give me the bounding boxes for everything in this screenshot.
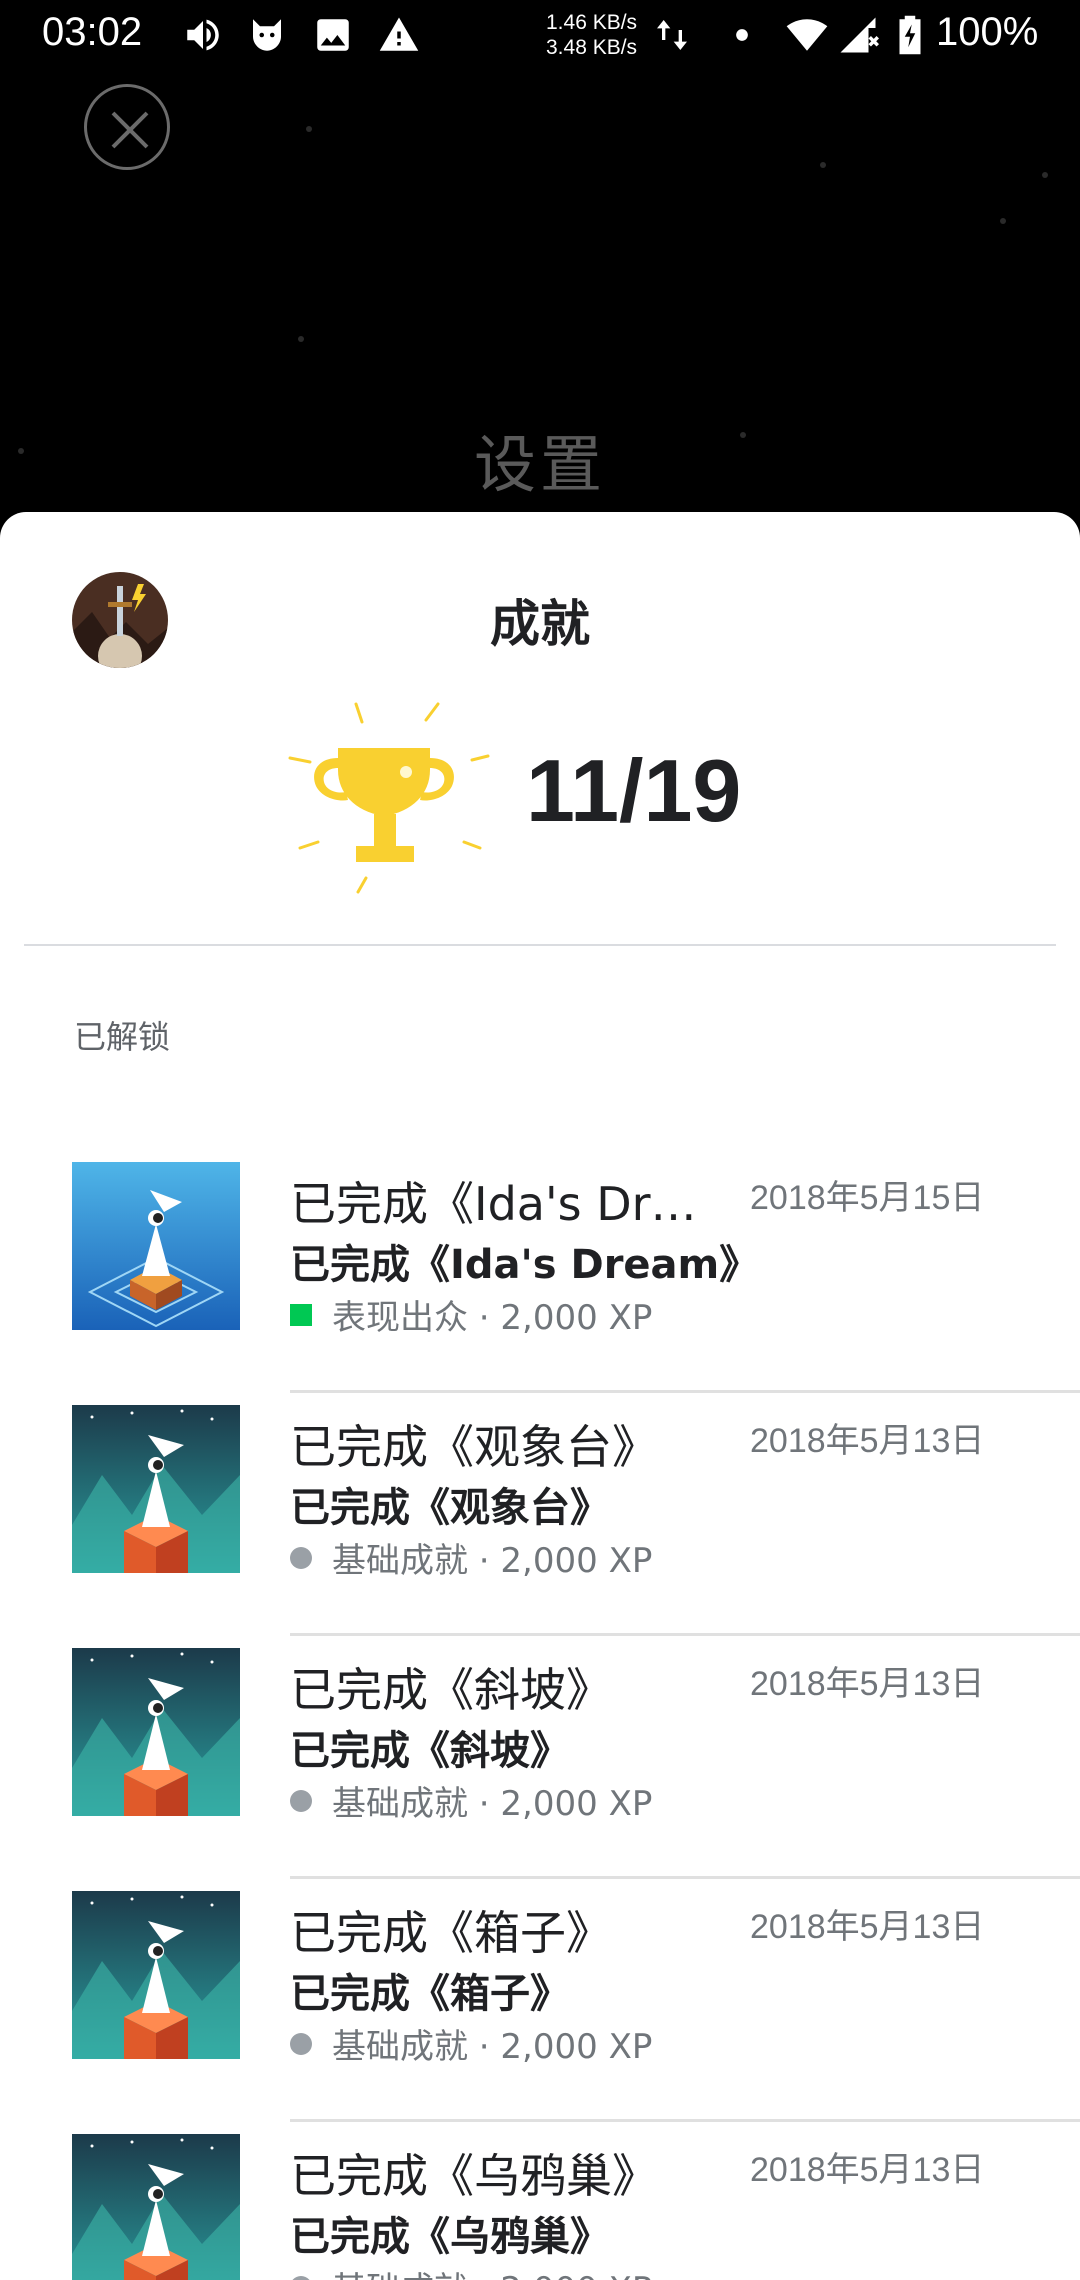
achievement-date: 2018年5月13日 [750, 1665, 985, 1703]
trophy-icon [288, 702, 490, 894]
network-speed: 1.46 KB/s 3.48 KB/s [546, 11, 638, 59]
status-time: 03:02 [42, 10, 143, 54]
achievement-meta: 表现出众 · 2,000 XP [290, 1290, 652, 1339]
rarity-dot-icon [290, 1789, 312, 1812]
warning-icon [379, 17, 419, 51]
background-star [820, 162, 826, 168]
achievement-progress: 11/19 [526, 741, 742, 840]
background-star [1000, 218, 1006, 224]
status-bar: 03:02 1.46 KB/s 3.48 KB/s 100% [0, 0, 1080, 72]
achievement-item[interactable]: 已完成《乌鸦巢》 已完成《乌鸦巢》 基础成就 · 2,000 XP 2018年5… [0, 2122, 1080, 2280]
achievement-meta: 基础成就 · 2,000 XP [290, 1533, 652, 1582]
achievement-thumbnail [72, 1648, 240, 1816]
achievement-item[interactable]: 已完成《Ida's Dr… 已完成《Ida's Dream》 表现出众 · 2,… [0, 1150, 1080, 1393]
achievement-title: 已完成《Ida's Dr… [290, 1177, 697, 1231]
achievement-item[interactable]: 已完成《斜坡》 已完成《斜坡》 基础成就 · 2,000 XP 2018年5月1… [0, 1636, 1080, 1879]
achievement-thumbnail [72, 1405, 240, 1573]
achievement-meta: 基础成就 · 2,000 XP [290, 1776, 652, 1825]
sheet-title: 成就 [490, 595, 590, 653]
section-label-unlocked: 已解锁 [74, 1018, 171, 1056]
rarity-dot-icon [290, 1546, 312, 1569]
battery-percent: 100% [936, 10, 1039, 54]
achievement-item[interactable]: 已完成《观象台》 已完成《观象台》 基础成就 · 2,000 XP 2018年5… [0, 1393, 1080, 1636]
achievement-meta-text: 表现出众 · 2,000 XP [332, 1298, 653, 1338]
data-arrows-icon [657, 20, 687, 50]
achievement-title: 已完成《乌鸦巢》 [290, 2149, 658, 2203]
achievement-meta-text: 基础成就 · 2,000 XP [332, 1541, 653, 1581]
achievement-description: 已完成《观象台》 [290, 1485, 610, 1531]
close-button[interactable] [84, 84, 170, 170]
volume-icon [187, 19, 219, 51]
achievement-thumbnail [72, 2134, 240, 2280]
rarity-dot-icon [290, 2275, 312, 2280]
background-star [298, 336, 304, 342]
achievement-thumbnail [72, 1891, 240, 2059]
achievement-title: 已完成《箱子》 [290, 1906, 612, 1960]
achievement-date: 2018年5月15日 [750, 1179, 985, 1217]
achievement-meta-text: 基础成就 · 2,000 XP [332, 2027, 653, 2067]
achievement-title: 已完成《观象台》 [290, 1420, 658, 1474]
achievement-description: 已完成《斜坡》 [290, 1728, 570, 1774]
achievement-list: 已完成《Ida's Dr… 已完成《Ida's Dream》 表现出众 · 2,… [0, 1150, 1080, 2280]
achievement-description: 已完成《乌鸦巢》 [290, 2214, 610, 2260]
close-icon [111, 111, 149, 149]
background-star [1042, 172, 1048, 178]
signal-icon [840, 17, 879, 53]
battery-icon [899, 15, 921, 55]
cat-icon [253, 19, 281, 51]
dot-icon [736, 29, 748, 41]
achievement-date: 2018年5月13日 [750, 2151, 985, 2189]
achievement-meta-text: 基础成就 · 2,000 XP [332, 1784, 653, 1824]
achievement-date: 2018年5月13日 [750, 1908, 985, 1946]
rarity-square-icon [290, 1303, 312, 1326]
wifi-icon [786, 19, 828, 51]
rarity-dot-icon [290, 2032, 312, 2055]
achievement-meta: 基础成就 · 2,000 XP [290, 2019, 652, 2068]
achievement-thumbnail [72, 1162, 240, 1330]
achievement-description: 已完成《箱子》 [290, 1971, 570, 2017]
image-icon [317, 19, 349, 51]
achievement-item[interactable]: 已完成《箱子》 已完成《箱子》 基础成就 · 2,000 XP 2018年5月1… [0, 1879, 1080, 2122]
settings-title: 设置 [473, 428, 606, 501]
achievements-sheet: 成就 11/19 已解锁 已完成《Ida's Dr… 已完成《Ida's Dre… [0, 512, 1080, 2280]
background-star [306, 126, 312, 132]
achievement-meta: 基础成就 · 2,000 XP [290, 2262, 652, 2280]
achievement-title: 已完成《斜坡》 [290, 1663, 612, 1717]
achievement-date: 2018年5月13日 [750, 1422, 985, 1460]
divider [24, 944, 1056, 946]
achievement-description: 已完成《Ida's Dream》 [290, 1242, 760, 1288]
achievement-meta-text: 基础成就 · 2,000 XP [332, 2262, 652, 2280]
